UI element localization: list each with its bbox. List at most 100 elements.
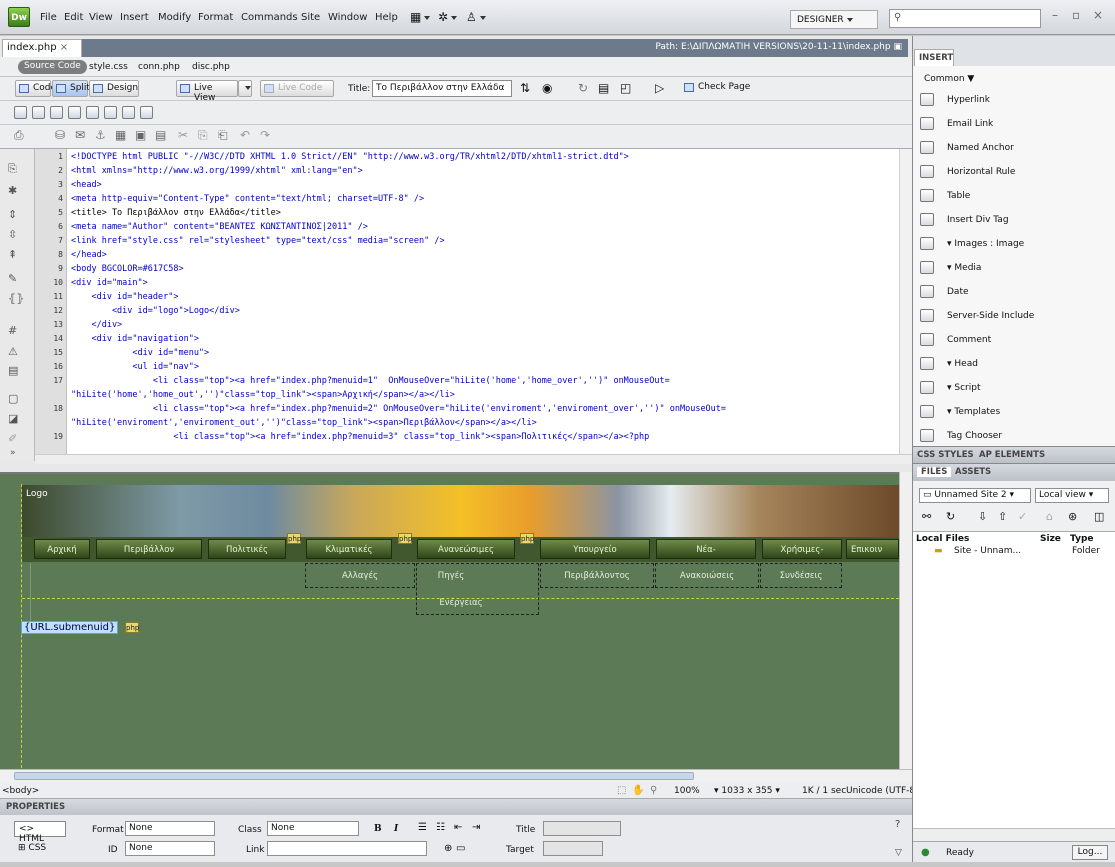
cut-icon[interactable]: ✂ — [178, 128, 188, 142]
layout-icon[interactable]: ▦ — [410, 10, 431, 24]
expand-panel-icon[interactable]: ◫ — [1094, 510, 1104, 523]
design-horizontal-scrollbar[interactable] — [0, 769, 912, 782]
line-numbers-icon[interactable]: ⦃⦄ — [8, 292, 24, 305]
copy-icon[interactable]: ⎘ — [198, 128, 208, 143]
ap-elements-tab[interactable]: AP ELEMENTS — [979, 450, 1045, 460]
check-in-icon[interactable]: ⌂ — [1046, 510, 1053, 523]
email-toolbar-icon[interactable]: ✉ — [75, 128, 85, 142]
menu-insert[interactable]: Insert — [120, 12, 149, 23]
zoom-level[interactable]: 100% — [674, 786, 700, 796]
files-horizontal-scrollbar[interactable] — [913, 828, 1115, 841]
code-horizontal-scrollbar[interactable] — [35, 454, 912, 464]
wrap-tag-icon[interactable]: ✐ — [8, 432, 17, 445]
file-management-icon[interactable]: ⇅ — [520, 81, 530, 95]
tag-selector[interactable]: <body> — [2, 786, 39, 796]
design-view-button[interactable]: Design — [89, 80, 139, 97]
syntax-error-icon[interactable]: ⚠ — [8, 345, 18, 358]
split-view-button[interactable]: Split — [52, 80, 90, 97]
menu-file[interactable]: File — [40, 12, 57, 23]
col-local-files[interactable]: Local Files — [916, 534, 969, 544]
related-file-style[interactable]: style.css — [89, 62, 128, 72]
uncomment-icon[interactable]: ◪ — [8, 412, 18, 425]
render-tty-icon[interactable] — [86, 106, 99, 119]
view-select[interactable]: Local view ▾ — [1035, 488, 1109, 503]
bold-button[interactable]: B — [374, 824, 382, 834]
insert-media[interactable]: ▾ Media — [947, 263, 981, 273]
submenu-item[interactable]: Πηγές — [416, 571, 486, 581]
live-code-button[interactable]: Live Code — [260, 80, 334, 97]
insert-head[interactable]: ▾ Head — [947, 359, 978, 369]
select-tool-icon[interactable]: ⬚ — [617, 785, 626, 796]
insert-table[interactable]: Table — [947, 191, 970, 201]
id-select[interactable]: None — [125, 841, 215, 856]
close-window-button[interactable]: × — [1093, 8, 1103, 22]
restore-doc-icon[interactable]: ▣ — [893, 42, 902, 52]
help-icon[interactable]: ? — [895, 819, 900, 830]
insert-date[interactable]: Date — [947, 287, 969, 297]
unordered-list-icon[interactable]: ☰ — [418, 822, 427, 833]
design-hscroll-thumb[interactable] — [14, 772, 694, 780]
nav-item-environment[interactable]: Περιβάλλον — [96, 539, 202, 559]
css-mode-button[interactable]: ⊞ CSS — [14, 841, 66, 857]
title-field[interactable] — [543, 821, 621, 836]
menu-help[interactable]: Help — [375, 12, 398, 23]
menu-format[interactable]: Format — [198, 12, 233, 23]
toggle-css-icon[interactable] — [122, 106, 135, 119]
comment-icon[interactable]: ▢ — [8, 392, 18, 405]
insert-script[interactable]: ▾ Script — [947, 383, 981, 393]
submenu-item[interactable]: Ενέργειας — [416, 598, 506, 608]
collapse-selection-icon[interactable]: ⇕ — [8, 208, 17, 221]
target-select[interactable] — [543, 841, 603, 856]
put-files-icon[interactable]: ⇧ — [998, 510, 1007, 523]
render-screen-icon[interactable] — [14, 106, 27, 119]
point-to-file-icon[interactable]: ⊕ — [444, 843, 452, 854]
insert-panel-tab[interactable]: INSERT — [914, 49, 954, 66]
insert-image[interactable]: ▾ Images : Image — [947, 239, 1024, 249]
file-row-site[interactable]: ▬ Site - Unnam... Folder — [914, 545, 1114, 559]
view-options-icon[interactable]: ▤ — [598, 81, 609, 95]
insert-named-anchor[interactable]: Named Anchor — [947, 143, 1014, 153]
render-projection-icon[interactable] — [68, 106, 81, 119]
open-documents-icon[interactable]: ⎙ — [14, 128, 24, 143]
preview-browser-icon[interactable]: ◉ — [542, 81, 552, 95]
nav-item-useful[interactable]: Χρήσιμες- — [762, 539, 842, 559]
html-mode-button[interactable]: <> HTML — [14, 821, 66, 844]
class-select[interactable]: None — [267, 821, 359, 836]
get-files-icon[interactable]: ⇩ — [978, 510, 987, 523]
check-out-icon[interactable]: ✓ — [1018, 510, 1027, 523]
insert-horizontal-rule[interactable]: Horizontal Rule — [947, 167, 1015, 177]
submenu-item[interactable]: Συνδέσεις — [760, 571, 842, 581]
insert-email-link[interactable]: Email Link — [947, 119, 993, 129]
assets-tab[interactable]: ASSETS — [955, 467, 991, 477]
nav-item-contact[interactable]: Επικοιν — [846, 539, 899, 559]
live-view-dropdown[interactable] — [238, 80, 252, 97]
check-page-button[interactable]: Check Page — [681, 80, 759, 97]
render-tv-icon[interactable] — [104, 106, 117, 119]
select-parent-icon[interactable]: ⇞ — [8, 248, 17, 261]
paste-icon[interactable]: ⎗ — [218, 128, 228, 143]
balance-braces-icon[interactable]: ✎ — [8, 272, 17, 285]
collapse-tag-icon[interactable]: ✱ — [8, 184, 17, 197]
link-input[interactable] — [267, 841, 427, 856]
search-input[interactable]: ⚲ — [889, 9, 1041, 28]
sync-icon[interactable]: ⊛ — [1068, 510, 1077, 523]
col-size[interactable]: Size — [1040, 534, 1061, 544]
render-handheld-icon[interactable] — [50, 106, 63, 119]
insert-tag-chooser[interactable]: Tag Chooser — [947, 431, 1002, 441]
page-title-input[interactable]: Το Περιβάλλον στην Ελλάδα — [372, 80, 512, 97]
connect-icon[interactable]: ⚯ — [922, 510, 931, 523]
word-wrap-icon[interactable]: ▤ — [8, 364, 18, 377]
table-toolbar-icon[interactable]: ▦ — [115, 128, 126, 142]
more-tools-icon[interactable]: » — [10, 448, 16, 458]
menu-window[interactable]: Window — [328, 12, 367, 23]
window-size[interactable]: ▾ 1033 x 355 ▾ — [714, 786, 780, 796]
submenu-item[interactable]: Περιβάλλοντος — [540, 571, 654, 581]
site-icon[interactable]: ♙ — [466, 10, 486, 24]
workspace-switcher[interactable]: DESIGNER — [790, 10, 878, 29]
nav-item-home[interactable]: Αρχική — [34, 539, 90, 559]
related-file-conn[interactable]: conn.php — [138, 62, 180, 72]
nav-item-renewables[interactable]: Ανανεώσιμες — [417, 539, 515, 559]
insert-hyperlink[interactable]: Hyperlink — [947, 95, 990, 105]
render-print-icon[interactable] — [32, 106, 45, 119]
anchor-toolbar-icon[interactable]: ⚓ — [95, 128, 106, 142]
